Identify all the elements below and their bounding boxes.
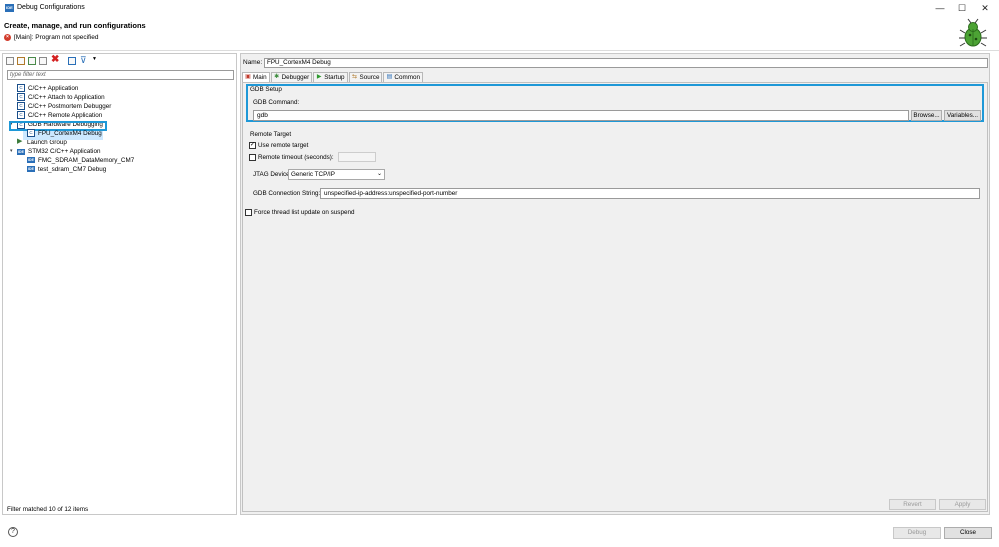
error-icon: × bbox=[4, 34, 11, 41]
expand-chevron-down-icon[interactable]: ▾ bbox=[10, 147, 17, 156]
tab-startup[interactable]: ▶ Startup bbox=[313, 72, 348, 82]
browse-button[interactable]: Browse... bbox=[911, 110, 942, 121]
help-icon[interactable]: ? bbox=[8, 527, 18, 537]
tab-source[interactable]: ⇆ Source bbox=[348, 72, 383, 82]
remote-target-group-label: Remote Target bbox=[250, 131, 292, 138]
minimize-button[interactable]: — bbox=[929, 1, 951, 15]
config-tabs: ▣ Main ✱ Debugger ▶ Startup ⇆ Source ▤ Common bbox=[242, 72, 423, 82]
config-tree: C C/C++ Application C C/C++ Attach to Appl… bbox=[10, 84, 134, 174]
window-title: Debug Configurations bbox=[17, 4, 85, 11]
filter-menu-chevron-down-icon[interactable]: ▼ bbox=[92, 56, 97, 62]
tab-common[interactable]: ▤ Common bbox=[383, 72, 423, 82]
tree-item[interactable]: C C/C++ Postmortem Debugger bbox=[10, 102, 134, 111]
tree-item[interactable]: C C/C++ Application bbox=[10, 84, 134, 93]
tree-item[interactable]: IDE test_sdram_CM7 Debug bbox=[10, 165, 134, 174]
maximize-button[interactable]: ☐ bbox=[951, 1, 973, 15]
export-icon[interactable] bbox=[28, 57, 36, 65]
gdb-connection-string-input[interactable]: unspecified-ip-address:unspecified-port-… bbox=[320, 188, 980, 199]
dialog-header: Create, manage, and run configurations ×… bbox=[0, 16, 999, 51]
name-label: Name: bbox=[243, 59, 263, 66]
gdb-connection-string-label: GDB Connection String: bbox=[253, 190, 321, 197]
common-tab-icon: ▤ bbox=[386, 74, 393, 81]
jtag-device-label: JTAG Device: bbox=[253, 171, 292, 178]
tree-item[interactable]: C C/C++ Attach to Application bbox=[10, 93, 134, 102]
use-remote-target-checkbox[interactable]: ✓ bbox=[249, 142, 256, 149]
c-config-icon: C bbox=[17, 102, 25, 111]
debug-button[interactable]: Debug bbox=[893, 527, 941, 539]
filter-icon[interactable]: ⊽ bbox=[80, 55, 87, 65]
main-tab-icon: ▣ bbox=[245, 74, 251, 81]
variables-button[interactable]: Variables... bbox=[944, 110, 981, 121]
close-button[interactable]: Close bbox=[944, 527, 992, 539]
collapse-all-icon[interactable] bbox=[68, 57, 76, 65]
c-config-icon: C bbox=[17, 84, 25, 93]
tab-main[interactable]: ▣ Main bbox=[242, 72, 270, 82]
ide-icon: IDE bbox=[17, 148, 25, 155]
debug-bug-icon bbox=[959, 18, 987, 47]
apply-button[interactable]: Apply bbox=[939, 499, 986, 510]
force-thread-update-label: Force thread list update on suspend bbox=[254, 209, 355, 216]
force-thread-update-checkbox[interactable] bbox=[245, 209, 252, 216]
use-remote-target-label: Use remote target bbox=[258, 142, 309, 149]
close-window-button[interactable]: ✕ bbox=[974, 1, 996, 15]
app-icon: IDE bbox=[5, 4, 14, 12]
new-config-icon[interactable] bbox=[6, 57, 14, 65]
tree-item[interactable]: C C/C++ Remote Application bbox=[10, 111, 134, 120]
tab-debugger[interactable]: ✱ Debugger bbox=[270, 72, 313, 82]
revert-button[interactable]: Revert bbox=[889, 499, 936, 510]
gdb-command-input[interactable]: gdb bbox=[253, 110, 909, 121]
source-tab-icon: ⇆ bbox=[351, 74, 358, 81]
debugger-tab-icon: ✱ bbox=[274, 74, 280, 81]
error-message: [Main]: Program not specified bbox=[14, 34, 99, 41]
ide-icon: IDE bbox=[27, 157, 35, 164]
remote-timeout-input[interactable] bbox=[338, 152, 376, 162]
c-config-icon: C bbox=[17, 111, 25, 120]
remote-timeout-label: Remote timeout (seconds): bbox=[258, 154, 334, 161]
chevron-down-icon: ⌄ bbox=[376, 171, 382, 177]
tab-content-area bbox=[242, 82, 988, 512]
tree-item[interactable]: ▾ IDE STM32 C/C++ Application bbox=[10, 147, 134, 156]
window-title-bar: IDE Debug Configurations — ☐ ✕ bbox=[0, 0, 999, 17]
filter-input[interactable]: type filter text bbox=[7, 70, 234, 80]
gdb-command-label: GDB Command: bbox=[253, 99, 300, 106]
duplicate-icon[interactable] bbox=[39, 57, 47, 65]
startup-tab-icon: ▶ bbox=[316, 74, 322, 81]
c-config-icon: C bbox=[17, 93, 25, 102]
jtag-device-select[interactable]: Generic TCP/IP ⌄ bbox=[288, 169, 385, 180]
gdb-setup-group-label: GDB Setup bbox=[250, 86, 282, 93]
filter-status: Filter matched 10 of 12 items bbox=[7, 506, 89, 513]
ide-icon: IDE bbox=[27, 166, 35, 173]
name-field[interactable]: FPU_CortexM4 Debug bbox=[264, 58, 988, 68]
header-title: Create, manage, and run configurations bbox=[4, 21, 146, 30]
new-prototype-icon[interactable] bbox=[17, 57, 25, 65]
tree-item-selected[interactable]: C FPU_CortexM4 Debug bbox=[10, 129, 134, 138]
delete-icon[interactable]: ✖ bbox=[51, 55, 59, 65]
tree-item[interactable]: IDE FMC_SDRAM_DataMemory_CM7 bbox=[10, 156, 134, 165]
c-config-icon: C bbox=[27, 129, 35, 138]
remote-timeout-checkbox[interactable] bbox=[249, 154, 256, 161]
launch-group-icon: ▶ bbox=[17, 138, 23, 146]
